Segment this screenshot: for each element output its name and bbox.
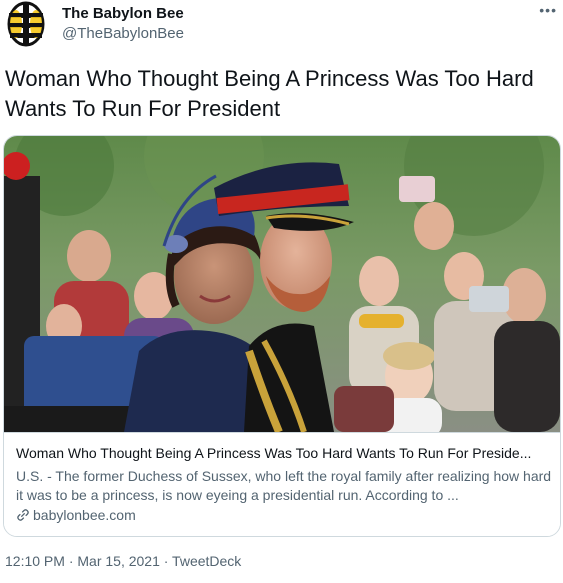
author-name[interactable]: The Babylon Bee bbox=[62, 5, 184, 22]
more-options-icon[interactable]: ••• bbox=[539, 2, 557, 18]
card-meta[interactable]: Woman Who Thought Being A Princess Was T… bbox=[4, 432, 560, 536]
tweet-timestamp[interactable]: 12:10 PM · Mar 15, 2021 · TweetDeck bbox=[5, 553, 241, 569]
bee-logo-icon[interactable] bbox=[3, 1, 49, 47]
card-image[interactable] bbox=[4, 136, 560, 432]
card-domain-link[interactable]: babylonbee.com bbox=[16, 507, 136, 523]
card-title[interactable]: Woman Who Thought Being A Princess Was T… bbox=[16, 445, 552, 461]
card-description: U.S. - The former Duchess of Sussex, who… bbox=[16, 468, 552, 503]
author-handle[interactable]: @TheBabylonBee bbox=[62, 25, 184, 42]
tweet-text: Woman Who Thought Being A Princess Was T… bbox=[5, 66, 534, 121]
link-icon bbox=[17, 509, 29, 521]
link-preview-card[interactable]: Woman Who Thought Being A Princess Was T… bbox=[3, 135, 561, 537]
tweet-header: The Babylon Bee @TheBabylonBee ••• bbox=[0, 0, 563, 52]
card-domain[interactable]: babylonbee.com bbox=[33, 507, 136, 523]
